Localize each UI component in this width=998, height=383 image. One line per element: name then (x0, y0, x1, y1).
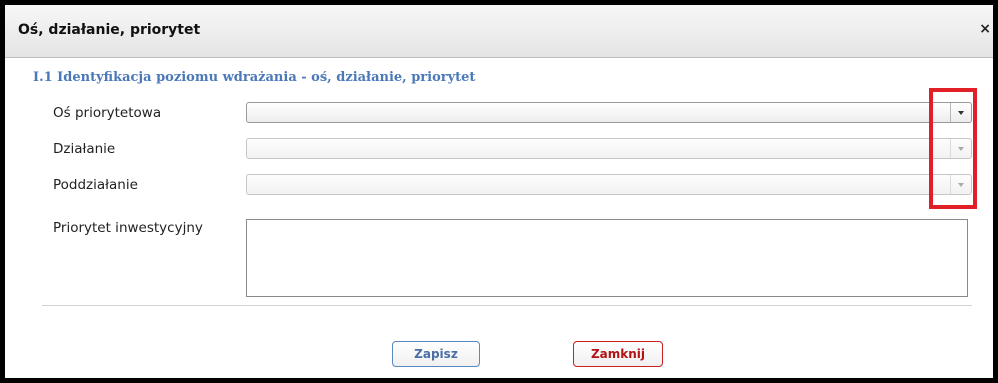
dialog: Oś, działanie, priorytet × I.1 Identyfik… (0, 0, 998, 383)
os-priorytetowa-label: Oś priorytetowa (53, 105, 162, 121)
annotation-highlight-box (929, 88, 977, 209)
priorytet-inwestycyjny-label: Priorytet inwestycyjny (53, 220, 203, 236)
close-button[interactable]: Zamknij (573, 341, 663, 367)
save-button[interactable]: Zapisz (392, 341, 480, 367)
os-priorytetowa-select[interactable] (246, 102, 972, 123)
poddzialanie-select[interactable] (246, 174, 972, 195)
section-heading: I.1 Identyfikacja poziomu wdrażania - oś… (33, 70, 476, 85)
divider (42, 305, 972, 306)
poddzialanie-label: Poddziałanie (53, 177, 138, 193)
priorytet-inwestycyjny-field[interactable] (246, 219, 968, 297)
dialog-title: Oś, działanie, priorytet (18, 22, 201, 38)
dzialanie-label: Działanie (53, 141, 116, 157)
dzialanie-select[interactable] (246, 138, 972, 159)
dialog-titlebar: Oś, działanie, priorytet × (5, 5, 993, 58)
close-icon[interactable]: × (979, 21, 991, 37)
